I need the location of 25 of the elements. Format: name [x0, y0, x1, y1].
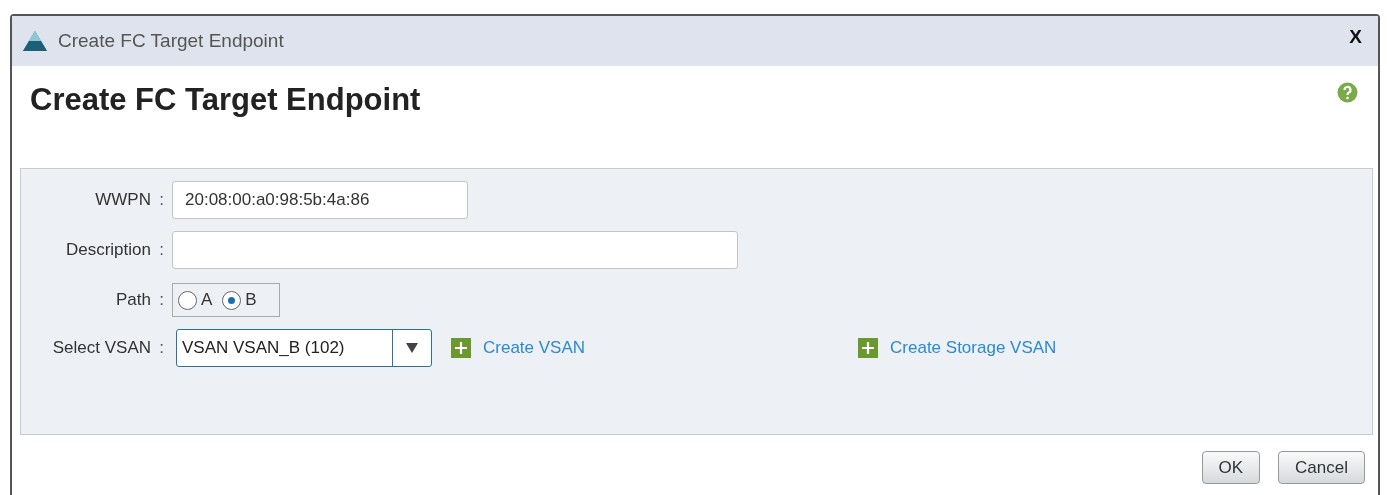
- window-title: Create FC Target Endpoint: [58, 30, 285, 52]
- field-label: WWPN: [94, 190, 151, 210]
- colon: :: [158, 290, 165, 310]
- text-field[interactable]: 20:08:00:a0:98:5b:4a:86: [172, 181, 468, 219]
- field-label: Select VSAN: [51, 338, 151, 358]
- close-button[interactable]: X: [1345, 26, 1366, 48]
- colon: :: [158, 190, 165, 210]
- caret-icon: [406, 343, 418, 353]
- plus-icon: [857, 337, 880, 359]
- ok-button[interactable]: OK: [1201, 451, 1261, 484]
- colon: :: [158, 338, 165, 358]
- radio-button[interactable]: [222, 290, 242, 310]
- cancel-button[interactable]: Cancel: [1278, 451, 1365, 484]
- vsan-dropdown[interactable]: VSAN VSAN_B (102): [176, 329, 432, 367]
- radio-label: A: [201, 290, 213, 310]
- help-icon[interactable]: [1337, 82, 1358, 103]
- field-label: Path: [115, 290, 151, 310]
- text-field[interactable]: [172, 231, 738, 269]
- plus-icon: [450, 337, 472, 359]
- colon: :: [158, 240, 165, 260]
- field-label: Description: [64, 240, 151, 260]
- radio-label: B: [245, 290, 257, 310]
- radio-button[interactable]: [178, 290, 197, 310]
- logo-icon: [22, 30, 48, 52]
- dialog-heading: Create FC Target Endpoint: [30, 82, 421, 119]
